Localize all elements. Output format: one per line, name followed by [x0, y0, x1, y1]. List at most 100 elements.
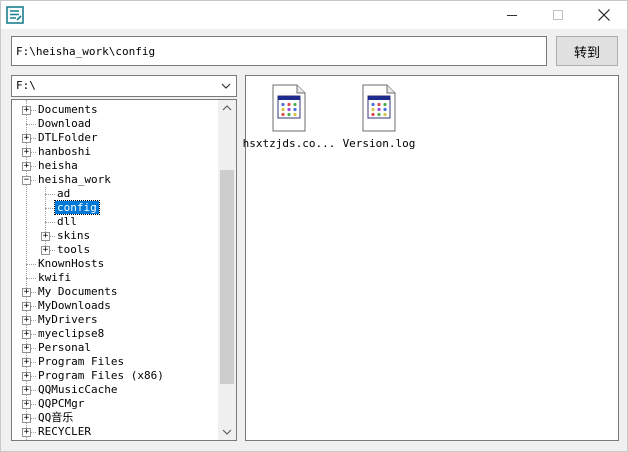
app-icon [6, 6, 24, 24]
expand-toggle-icon[interactable]: + [22, 358, 31, 367]
tree-item-label: QQ音乐 [38, 411, 74, 424]
drive-select[interactable]: F:\ [11, 75, 237, 97]
tree-item-label: Download [38, 117, 91, 130]
expand-toggle-icon[interactable]: + [22, 400, 31, 409]
tree-guide-line [45, 194, 55, 195]
expand-toggle-icon[interactable]: + [22, 414, 31, 423]
config-file-icon [272, 84, 306, 132]
expand-toggle-icon[interactable]: + [22, 148, 31, 157]
tree-item[interactable]: RECYCLER [36, 425, 93, 439]
tree-item-label: Personal [38, 341, 91, 354]
expand-toggle-icon[interactable]: + [22, 106, 31, 115]
tree-item-label: My Documents [38, 285, 118, 298]
maximize-button[interactable] [535, 1, 581, 29]
minimize-button[interactable] [489, 1, 535, 29]
tree-item[interactable]: dll [55, 215, 79, 229]
file-item[interactable]: hsxtzjds.co... [239, 84, 339, 150]
expand-toggle-icon[interactable]: + [22, 162, 31, 171]
expand-toggle-icon[interactable]: + [22, 386, 31, 395]
tree-item[interactable]: kwifi [36, 271, 73, 285]
tree-item[interactable]: MyDownloads [36, 299, 113, 313]
expand-toggle-icon[interactable]: + [22, 330, 31, 339]
tree-item-label: tools [57, 243, 91, 256]
tree-item[interactable]: My Documents [36, 285, 119, 299]
tree-item-label: heisha_work [38, 173, 111, 186]
tree-item-label: RECYCLER [38, 425, 91, 438]
tree-guide-line [45, 187, 46, 252]
title-bar [1, 1, 627, 29]
minimize-icon [507, 15, 517, 16]
tree-scrollbar[interactable] [218, 100, 236, 440]
tree-item-label: ad [57, 187, 71, 200]
scroll-down-arrow-icon[interactable] [218, 423, 236, 440]
tree-guide-line [45, 208, 55, 209]
tree-item-label: KnownHosts [38, 257, 105, 270]
tree-guide-line [26, 278, 36, 279]
tree-item-label: QQMusicCache [38, 383, 118, 396]
tree-item[interactable]: MyDrivers [36, 313, 100, 327]
tree-item[interactable]: heisha [36, 159, 80, 173]
goto-button[interactable]: 转到 [556, 36, 618, 66]
file-name: Version.log [342, 137, 416, 150]
tree-item[interactable]: Program Files (x86) [36, 369, 166, 383]
log-file-icon [362, 84, 396, 132]
tree-item-label: Program Files [38, 355, 125, 368]
tree-item[interactable]: tools [55, 243, 92, 257]
expand-toggle-icon[interactable]: + [22, 134, 31, 143]
scroll-thumb[interactable] [220, 170, 234, 384]
expand-toggle-icon[interactable]: + [22, 288, 31, 297]
tree-item-label: config [54, 200, 100, 215]
tree-item[interactable]: ad [55, 187, 72, 201]
tree-guide-line [45, 222, 55, 223]
file-list[interactable]: hsxtzjds.co... Version.log [243, 75, 619, 441]
collapse-toggle-icon[interactable]: − [22, 176, 31, 185]
expand-toggle-icon[interactable]: + [22, 302, 31, 311]
tree-item[interactable]: Download [36, 117, 93, 131]
tree-item-label: kwifi [38, 271, 72, 284]
tree-guide-line [26, 264, 36, 265]
tree-item[interactable]: QQMusicCache [36, 383, 119, 397]
maximize-icon [553, 10, 563, 20]
folder-browser-window: 转到 F:\ + DocumentsDownload + DTLFolder + hanb… [0, 0, 628, 452]
tree-item-label: heisha [38, 159, 78, 172]
tree-item-label: MyDownloads [38, 299, 111, 312]
tree-item[interactable]: hanboshi [36, 145, 93, 159]
tree-item[interactable]: QQ音乐 [36, 411, 75, 425]
tree-item[interactable]: Documents [36, 103, 100, 117]
tree-item-label: DTLFolder [38, 131, 98, 144]
expand-toggle-icon[interactable]: + [41, 232, 50, 241]
tree-item[interactable]: KnownHosts [36, 257, 106, 271]
folder-tree-rows: + Documents Download + DTLFolder + hanboshi + he… [12, 100, 218, 440]
tree-item[interactable]: Program Files [36, 355, 126, 369]
tree-item[interactable]: DTLFolder [36, 131, 100, 145]
tree-item-label: Program Files (x86) [38, 369, 164, 382]
tree-item[interactable]: skins [55, 229, 92, 243]
close-button[interactable] [581, 1, 627, 29]
file-name: hsxtzjds.co... [242, 137, 336, 150]
folder-tree[interactable]: + Documents Download + DTLFolder + hanboshi + he… [11, 99, 237, 441]
path-input[interactable] [11, 36, 547, 66]
tree-item-label: myeclipse8 [38, 327, 105, 340]
expand-toggle-icon[interactable]: + [41, 246, 50, 255]
tree-item[interactable]: QQPCMgr [36, 397, 86, 411]
expand-toggle-icon[interactable]: + [22, 316, 31, 325]
file-item[interactable]: Version.log [329, 84, 429, 150]
tree-guide-line [26, 124, 36, 125]
expand-toggle-icon[interactable]: + [22, 344, 31, 353]
tree-item-label: hanboshi [38, 145, 91, 158]
expand-toggle-icon[interactable]: + [22, 428, 31, 437]
tree-item-label: Documents [38, 103, 98, 116]
close-icon [598, 9, 610, 21]
tree-item-label: MyDrivers [38, 313, 98, 326]
tree-item[interactable]: config [54, 200, 100, 215]
chevron-down-icon [221, 83, 231, 89]
tree-item[interactable]: heisha_work [36, 173, 113, 187]
tree-item-label: skins [57, 229, 91, 242]
expand-toggle-icon[interactable]: + [22, 372, 31, 381]
tree-item[interactable]: myeclipse8 [36, 327, 106, 341]
tree-item[interactable]: Personal [36, 341, 93, 355]
tree-item-label: dll [57, 215, 77, 228]
tree-item-label: QQPCMgr [38, 397, 85, 410]
drive-select-value: F:\ [16, 79, 36, 92]
scroll-up-arrow-icon[interactable] [218, 100, 236, 117]
